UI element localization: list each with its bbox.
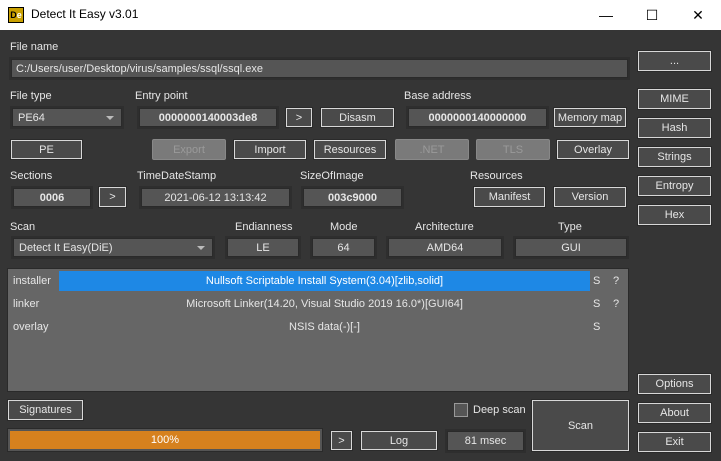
sections-label: Sections — [10, 170, 53, 182]
title-bar: De Detect It Easy v3.01 — ☐ ✕ — [0, 0, 721, 30]
overlay-button[interactable]: Overlay — [556, 139, 630, 160]
base-address-label: Base address — [404, 90, 472, 102]
info-button[interactable]: ? — [613, 294, 619, 314]
info-button[interactable]: ? — [613, 271, 619, 291]
timedatestamp-field: 2021-06-12 13:13:42 — [139, 186, 292, 209]
scan-engine-select[interactable]: Detect It Easy(DiE) — [11, 236, 215, 259]
scan-label: Scan — [10, 221, 36, 233]
manifest-button[interactable]: Manifest — [473, 186, 546, 208]
result-name: NSIS data(-)[-] — [289, 321, 360, 333]
type-label: Type — [558, 221, 582, 233]
entry-point-label: Entry point — [135, 90, 188, 102]
import-button[interactable]: Import — [233, 139, 307, 160]
exit-button[interactable]: Exit — [637, 431, 712, 453]
hex-button[interactable]: Hex — [637, 204, 712, 226]
version-button[interactable]: Version — [553, 186, 627, 208]
scan-progress-bar: 100% — [7, 428, 323, 452]
strings-button[interactable]: Strings — [637, 146, 712, 168]
result-name: Nullsoft Scriptable Install System(3.04)… — [59, 271, 590, 291]
entry-point-go-button[interactable]: > — [285, 107, 313, 128]
deep-scan-label: Deep scan — [473, 404, 526, 416]
scan-engine-value: Detect It Easy(DiE) — [19, 241, 113, 254]
endianness-field: LE — [225, 236, 301, 259]
timedatestamp-label: TimeDateStamp — [137, 170, 217, 182]
resources-label: Resources — [470, 170, 523, 182]
scan-time-field: 81 msec — [445, 429, 526, 453]
file-type-value: PE64 — [18, 111, 45, 124]
file-type-label: File type — [10, 90, 52, 102]
browse-button[interactable]: ... — [637, 50, 712, 72]
result-name: Microsoft Linker(14.20, Visual Studio 20… — [186, 298, 463, 310]
sections-go-button[interactable]: > — [98, 186, 127, 208]
chevron-down-icon — [197, 246, 205, 250]
net-button[interactable]: .NET — [395, 139, 469, 160]
app-logo-icon: De — [8, 7, 24, 23]
file-name-label: File name — [10, 41, 59, 53]
endianness-label: Endianness — [235, 221, 293, 233]
progress-go-button[interactable]: > — [330, 430, 353, 451]
disasm-button[interactable]: Disasm — [320, 107, 395, 128]
entry-point-field: 0000000140003de8 — [137, 106, 279, 129]
result-type: overlay — [13, 321, 49, 333]
chevron-down-icon — [106, 116, 114, 120]
signature-button[interactable]: S — [593, 317, 600, 337]
sections-field: 0006 — [11, 186, 93, 209]
result-type: linker — [13, 298, 40, 310]
architecture-label: Architecture — [415, 221, 474, 233]
window-title: Detect It Easy v3.01 — [31, 7, 139, 21]
mode-field: 64 — [310, 236, 377, 259]
resources-button[interactable]: Resources — [313, 139, 387, 160]
file-name-input[interactable]: C:/Users/user/Desktop/virus/samples/ssql… — [9, 57, 630, 80]
signature-button[interactable]: S — [593, 294, 600, 314]
pe-button[interactable]: PE — [10, 139, 83, 160]
result-row[interactable]: linker Microsoft Linker(14.20, Visual St… — [8, 294, 628, 314]
deep-scan-checkbox[interactable] — [454, 403, 468, 417]
sizeofimage-label: SizeOfImage — [300, 170, 364, 182]
hash-button[interactable]: Hash — [637, 117, 712, 139]
tls-button[interactable]: TLS — [476, 139, 550, 160]
progress-text: 100% — [150, 434, 180, 446]
about-button[interactable]: About — [637, 402, 712, 424]
entropy-button[interactable]: Entropy — [637, 175, 712, 197]
result-type: installer — [13, 275, 51, 287]
architecture-field: AMD64 — [386, 236, 504, 259]
export-button[interactable]: Export — [152, 139, 226, 160]
log-button[interactable]: Log — [360, 430, 438, 451]
memory-map-button[interactable]: Memory map — [553, 107, 627, 128]
base-address-field: 0000000140000000 — [406, 106, 549, 129]
minimize-button[interactable]: — — [583, 0, 629, 30]
maximize-button[interactable]: ☐ — [629, 0, 675, 30]
result-row[interactable]: overlay NSIS data(-)[-] S — [8, 317, 628, 337]
file-type-select[interactable]: PE64 — [10, 106, 124, 129]
signatures-button[interactable]: Signatures — [7, 399, 84, 421]
close-button[interactable]: ✕ — [675, 0, 721, 30]
results-list: installer Nullsoft Scriptable Install Sy… — [7, 268, 629, 392]
scan-button[interactable]: Scan — [531, 399, 630, 452]
signature-button[interactable]: S — [593, 271, 600, 291]
result-row[interactable]: installer Nullsoft Scriptable Install Sy… — [8, 271, 628, 291]
mode-label: Mode — [330, 221, 358, 233]
mime-button[interactable]: MIME — [637, 88, 712, 110]
options-button[interactable]: Options — [637, 373, 712, 395]
sizeofimage-field: 003c9000 — [301, 186, 404, 209]
type-field: GUI — [513, 236, 629, 259]
